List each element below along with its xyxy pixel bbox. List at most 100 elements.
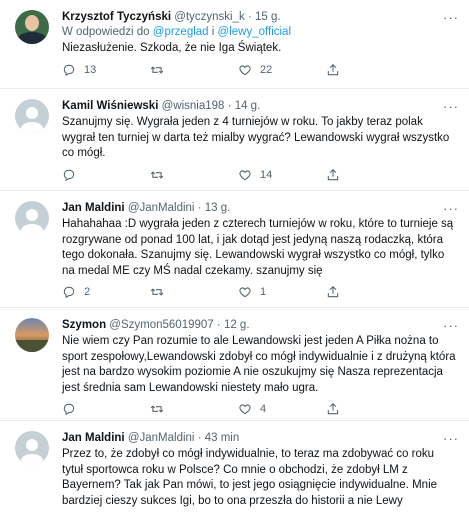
retweet-icon <box>150 170 164 179</box>
like-button[interactable]: 4 <box>238 402 326 416</box>
timestamp[interactable]: 15 g. <box>255 11 281 23</box>
more-options-icon[interactable]: ··· <box>443 10 459 25</box>
tweet-content: Jan Maldini @JanMaldini · 13 g. Hahahaha… <box>56 201 457 307</box>
heart-icon <box>239 287 251 298</box>
more-options-icon[interactable]: ··· <box>443 431 459 446</box>
timestamp[interactable]: 13 g. <box>205 202 231 214</box>
tweet-text: Szanujmy się. Wygrała jeden z 4 turniejó… <box>62 116 450 159</box>
retweet-button[interactable] <box>150 285 238 299</box>
share-button[interactable] <box>326 168 414 182</box>
tweet-header: Jan Maldini @JanMaldini · 13 g. <box>62 201 457 216</box>
tweet-text: Niezasłużenie. Szkoda, że nie Iga Świąte… <box>62 42 282 54</box>
author-handle[interactable]: @Szymon56019907 <box>109 319 213 331</box>
share-button[interactable] <box>326 402 414 416</box>
author-handle[interactable]: @wisnia198 <box>162 100 225 112</box>
reply-icon <box>63 403 75 416</box>
tweet-header: Szymon @Szymon56019907 · 12 g. <box>62 318 457 333</box>
separator: · <box>247 11 252 23</box>
avatar[interactable] <box>15 201 49 235</box>
avatar[interactable] <box>15 10 49 44</box>
tweet[interactable]: Kamil Wiśniewski @wisnia198 · 14 g. Szan… <box>0 89 469 191</box>
heart-icon <box>239 169 251 180</box>
author-handle[interactable]: @JanMaldini <box>128 432 195 444</box>
conversation-feed: Krzysztof Tyczyński @tyczynski_k · 15 g.… <box>0 0 469 516</box>
reply-icon <box>63 169 75 181</box>
timestamp[interactable]: 14 g. <box>235 100 261 112</box>
author-name[interactable]: Kamil Wiśniewski <box>62 100 158 112</box>
retweet-icon <box>150 288 164 296</box>
author-name[interactable]: Jan Maldini <box>62 202 125 214</box>
mention-link[interactable]: @przeglad <box>153 26 209 38</box>
author-name[interactable]: Szymon <box>62 319 106 331</box>
share-button[interactable] <box>326 63 414 77</box>
reply-button[interactable] <box>62 402 150 416</box>
heart-icon <box>239 64 251 75</box>
like-count: 22 <box>260 63 273 76</box>
avatar-column <box>8 318 56 420</box>
share-icon <box>327 286 339 298</box>
tweet-content: Szymon @Szymon56019907 · 12 g. Nie wiem … <box>56 318 457 420</box>
reply-button[interactable] <box>62 168 150 182</box>
timestamp[interactable]: 43 min <box>205 432 240 444</box>
avatar-column <box>8 431 56 516</box>
author-handle[interactable]: @JanMaldini <box>128 202 195 214</box>
avatar-column <box>8 99 56 190</box>
tweet[interactable]: Szymon @Szymon56019907 · 12 g. Nie wiem … <box>0 308 469 421</box>
separator: · <box>227 100 232 112</box>
tweet-text: Przez to, że zdobył co mógł indywidualni… <box>62 448 438 507</box>
more-options-icon[interactable]: ··· <box>443 99 459 114</box>
separator: · <box>197 202 202 214</box>
like-count: 14 <box>260 168 273 181</box>
timestamp[interactable]: 12 g. <box>224 319 250 331</box>
tweet-header: Krzysztof Tyczyński @tyczynski_k · 15 g. <box>62 10 457 25</box>
reply-icon <box>63 64 75 76</box>
reply-icon <box>63 286 75 299</box>
share-icon <box>327 63 339 75</box>
mention-link[interactable]: @lewy_official <box>218 26 291 38</box>
retweet-button[interactable] <box>150 63 238 77</box>
tweet-header: Jan Maldini @JanMaldini · 43 min <box>62 431 457 446</box>
tweet-actions: 2 1 <box>62 285 457 299</box>
like-count: 4 <box>260 403 267 415</box>
author-handle[interactable]: @tyczynski_k <box>174 11 244 23</box>
reply-button[interactable]: 13 <box>62 63 150 77</box>
tweet[interactable]: Jan Maldini @JanMaldini · 13 g. Hahahaha… <box>0 191 469 308</box>
reply-context: W odpowiedzi do @przeglad i @lewy_offici… <box>62 25 457 40</box>
tweet-text: Hahahahaa :D wygrała jeden z czterech tu… <box>62 218 454 277</box>
like-button[interactable]: 1 <box>238 285 326 299</box>
share-icon <box>327 403 339 415</box>
tweet-text: Nie wiem czy Pan rozumie to ale Lewandow… <box>62 335 456 394</box>
tweet-content: Kamil Wiśniewski @wisnia198 · 14 g. Szan… <box>56 99 457 190</box>
separator: · <box>197 432 202 444</box>
tweet-content: Krzysztof Tyczyński @tyczynski_k · 15 g.… <box>56 10 457 88</box>
avatar[interactable] <box>15 99 49 133</box>
tweet[interactable]: Krzysztof Tyczyński @tyczynski_k · 15 g.… <box>0 0 469 89</box>
reply-count: 13 <box>84 63 97 76</box>
retweet-button[interactable] <box>150 168 238 182</box>
tweet-actions: 13 22 <box>62 63 457 77</box>
heart-icon <box>239 404 251 415</box>
more-options-icon[interactable]: ··· <box>443 318 459 333</box>
tweet[interactable]: Jan Maldini @JanMaldini · 43 min Przez t… <box>0 421 469 516</box>
avatar[interactable] <box>15 431 49 465</box>
retweet-button[interactable] <box>150 402 238 416</box>
share-icon <box>327 168 339 180</box>
like-button[interactable]: 14 <box>238 168 326 182</box>
more-options-icon[interactable]: ··· <box>443 201 459 216</box>
author-name[interactable]: Krzysztof Tyczyński <box>62 11 171 23</box>
share-button[interactable] <box>326 285 414 299</box>
reply-and: i <box>211 26 215 38</box>
author-name[interactable]: Jan Maldini <box>62 432 125 444</box>
like-count: 1 <box>260 286 267 298</box>
avatar-column <box>8 201 56 307</box>
separator: · <box>216 319 221 331</box>
reply-button[interactable]: 2 <box>62 285 150 299</box>
tweet-content: Jan Maldini @JanMaldini · 43 min Przez t… <box>56 431 457 516</box>
retweet-icon <box>150 405 164 413</box>
avatar-column <box>8 10 56 88</box>
tweet-actions: 4 <box>62 402 457 416</box>
like-button[interactable]: 22 <box>238 63 326 77</box>
avatar[interactable] <box>15 318 49 352</box>
reply-count: 2 <box>84 286 91 298</box>
retweet-icon <box>150 65 164 74</box>
